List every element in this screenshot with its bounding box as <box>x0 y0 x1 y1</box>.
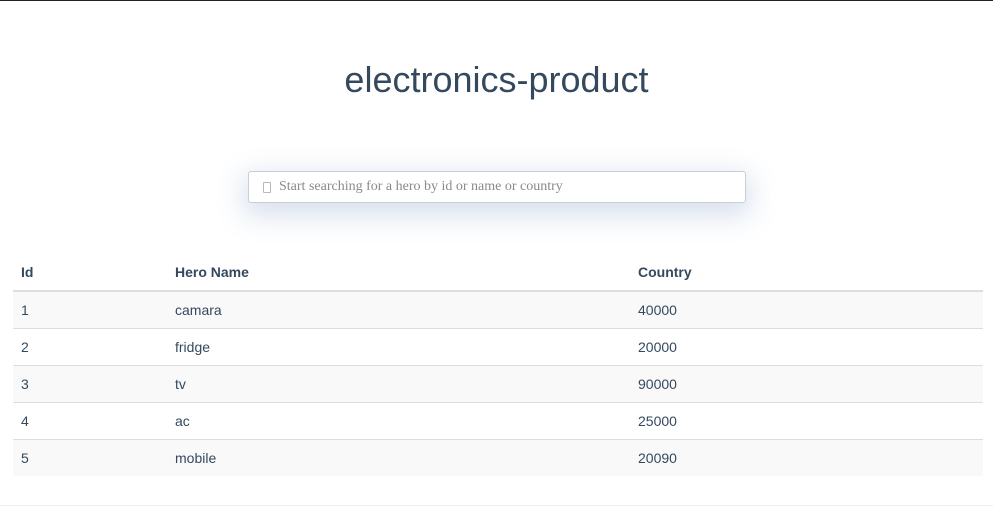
table-row[interactable]: 5 mobile 20090 <box>13 439 983 476</box>
cell-country: 20090 <box>630 439 983 476</box>
cell-hero-name: mobile <box>167 439 630 476</box>
cell-hero-name: camara <box>167 291 630 329</box>
table-row[interactable]: 3 tv 90000 <box>13 365 983 403</box>
search-icon <box>263 181 271 193</box>
cell-country: 40000 <box>630 291 983 329</box>
table-row[interactable]: 4 ac 25000 <box>13 402 983 440</box>
cell-hero-name: fridge <box>167 328 630 366</box>
column-header-country[interactable]: Country <box>630 254 983 292</box>
cell-hero-name: tv <box>167 365 630 403</box>
table-row[interactable]: 1 camara 40000 <box>13 291 983 329</box>
data-table: Id Hero Name Country 1 camara 40000 2 fr… <box>13 254 983 476</box>
column-header-hero-name[interactable]: Hero Name <box>167 254 630 292</box>
cell-hero-name: ac <box>167 402 630 440</box>
page-title: electronics-product <box>344 59 649 100</box>
column-header-id[interactable]: Id <box>13 254 167 292</box>
cell-country: 90000 <box>630 365 983 403</box>
bottom-divider <box>0 505 993 506</box>
cell-id: 4 <box>13 402 167 440</box>
search-box[interactable] <box>248 171 746 203</box>
cell-id: 3 <box>13 365 167 403</box>
table-header-row: Id Hero Name Country <box>13 254 983 292</box>
table-row[interactable]: 2 fridge 20000 <box>13 328 983 366</box>
cell-id: 1 <box>13 291 167 329</box>
search-input[interactable] <box>279 173 745 201</box>
cell-country: 25000 <box>630 402 983 440</box>
cell-id: 5 <box>13 439 167 476</box>
cell-id: 2 <box>13 328 167 366</box>
top-divider <box>0 0 993 1</box>
cell-country: 20000 <box>630 328 983 366</box>
